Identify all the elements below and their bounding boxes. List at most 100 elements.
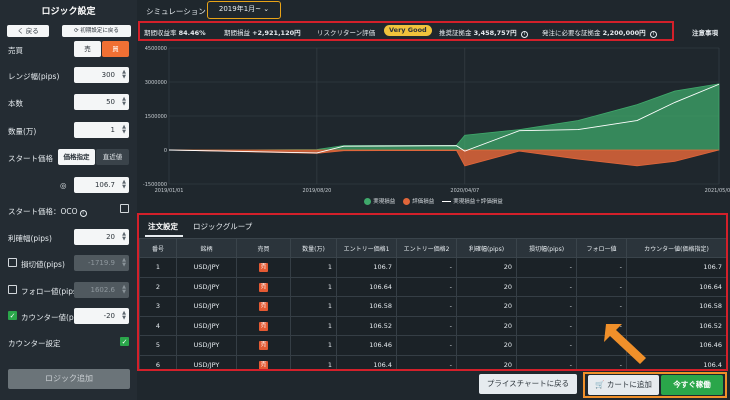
- table-cell: -: [396, 335, 457, 356]
- run-now-button[interactable]: 今すぐ稼働: [661, 375, 723, 395]
- info-icon[interactable]: i: [649, 31, 657, 38]
- table-cell: -: [396, 315, 457, 336]
- sell-toggle[interactable]: 売: [74, 41, 101, 57]
- sell-badge: 売: [259, 263, 268, 273]
- table-cell: 106.7: [336, 257, 397, 278]
- stepper-icon[interactable]: ▲ ▼: [122, 311, 126, 321]
- legend-swatch: [403, 198, 411, 205]
- column-header: 銘柄: [176, 238, 237, 258]
- table-cell: 1: [290, 276, 337, 297]
- table-cell: 20: [456, 315, 517, 336]
- buy-toggle[interactable]: 買: [102, 41, 129, 57]
- tab-logic-group[interactable]: ロジックグループ: [193, 221, 252, 232]
- order-margin-stat: 発注に必要な証拠金 2,200,000円 i: [542, 27, 657, 38]
- reset-defaults-button[interactable]: ⟳ 初期設定に戻る: [62, 25, 131, 37]
- legend-swatch: [364, 198, 372, 205]
- margin-stat: 推奨証拠金 3,458,757円 i: [439, 27, 528, 38]
- table-row[interactable]: 3 USD/JPY 売 1 106.58-20- -106.58: [139, 296, 726, 317]
- table-row[interactable]: 1 USD/JPY 売 1 106.7-20- -106.7: [139, 257, 726, 278]
- realized-pnl-area: [169, 83, 720, 151]
- stepper-icon[interactable]: ▲ ▼: [122, 285, 126, 295]
- sell-badge: 売: [259, 321, 268, 331]
- table-cell: 106.64: [626, 276, 726, 297]
- sell-badge: 売: [259, 360, 268, 369]
- table-cell: 1: [290, 296, 337, 317]
- legend-item: 実現損益: [364, 198, 395, 205]
- period-select[interactable]: 2019年1月~ ⌄: [207, 1, 281, 19]
- circle-icon: ◎: [60, 181, 67, 190]
- counter-setting-checkbox[interactable]: ✓: [120, 337, 129, 346]
- table-cell: 売: [236, 276, 291, 297]
- notes-link[interactable]: 注意事項: [692, 27, 718, 37]
- column-header: 売買: [236, 238, 291, 258]
- counter-input[interactable]: -20 ▲ ▼: [74, 308, 129, 324]
- back-button[interactable]: く 戻る: [7, 25, 49, 37]
- profit-input[interactable]: 20 ▲ ▼: [74, 229, 129, 245]
- column-header: 数量(万): [290, 238, 337, 258]
- table-cell: -: [396, 296, 457, 317]
- count-label: 本数: [8, 99, 23, 108]
- table-cell: -: [576, 276, 627, 297]
- add-to-cart-button[interactable]: 🛒 カートに追加: [588, 375, 659, 395]
- table-cell: 1: [290, 257, 337, 278]
- table-cell: USD/JPY: [176, 276, 237, 297]
- table-cell: 1: [290, 335, 337, 356]
- legend-item: 評価損益: [403, 198, 434, 205]
- start-price-label: スタート価格: [8, 154, 53, 163]
- range-input[interactable]: 300 ▲ ▼: [74, 67, 129, 83]
- action-bar: プライスチャートに戻る 🛒 カートに追加 今すぐ稼働: [137, 371, 730, 400]
- price-chart-button[interactable]: プライスチャートに戻る: [479, 374, 577, 394]
- table-cell: 3: [139, 296, 177, 317]
- counter-setting-label: カウンター設定: [8, 339, 61, 348]
- follow-checkbox[interactable]: [8, 285, 17, 294]
- tab-underline: [145, 235, 183, 237]
- start-price-input[interactable]: 106.7 ▲ ▼: [74, 177, 129, 193]
- stepper-icon[interactable]: ▲ ▼: [122, 232, 126, 242]
- table-tabs: 注文設定 ロジックグループ: [139, 215, 726, 238]
- cart-label: カートに追加: [606, 380, 652, 389]
- table-cell: 20: [456, 276, 517, 297]
- add-logic-button[interactable]: ロジック追加: [8, 369, 130, 389]
- quantity-input[interactable]: 1 ▲ ▼: [74, 122, 129, 138]
- tab-order-settings[interactable]: 注文設定: [148, 221, 178, 232]
- stepper-icon[interactable]: ▲ ▼: [122, 97, 126, 107]
- follow-input[interactable]: 1602.6 ▲ ▼: [74, 282, 129, 298]
- table-cell: -: [516, 276, 577, 297]
- stepper-icon[interactable]: ▲ ▼: [122, 180, 126, 190]
- table-cell: -: [516, 354, 577, 369]
- y-tick-label: 4500000: [145, 46, 167, 52]
- table-cell: 売: [236, 354, 291, 369]
- price-recent-toggle[interactable]: 直近値: [96, 149, 129, 165]
- table-cell: 売: [236, 257, 291, 278]
- table-cell: -: [516, 315, 577, 336]
- oco-label: スタート価格：OCO i: [8, 206, 87, 217]
- table-cell: USD/JPY: [176, 335, 237, 356]
- table-cell: 売: [236, 335, 291, 356]
- logic-settings-panel: ロジック設定 く 戻る ⟳ 初期設定に戻る 売買 売 買 レンジ幅(pips) …: [0, 0, 137, 400]
- info-icon[interactable]: i: [520, 31, 528, 38]
- y-tick-label: 3000000: [145, 80, 167, 86]
- stepper-icon[interactable]: ▲ ▼: [122, 258, 126, 268]
- table-cell: -: [396, 257, 457, 278]
- simulation-tab[interactable]: シミュレーション: [146, 6, 206, 17]
- pnl-stat: 期間損益 +2,921,120円: [224, 29, 301, 37]
- table-cell: 106.58: [626, 296, 726, 317]
- table-cell: 20: [456, 257, 517, 278]
- oco-checkbox[interactable]: [120, 204, 129, 213]
- table-cell: 20: [456, 335, 517, 356]
- counter-checkbox[interactable]: ✓: [8, 311, 17, 320]
- legend-item: 実現損益＋評価損益: [442, 199, 503, 205]
- stoploss-checkbox[interactable]: [8, 258, 17, 267]
- stepper-icon[interactable]: ▲ ▼: [122, 70, 126, 80]
- table-cell: 売: [236, 296, 291, 317]
- panel-title: ロジック設定: [41, 7, 96, 17]
- info-icon[interactable]: i: [79, 210, 87, 217]
- table-row[interactable]: 2 USD/JPY 売 1 106.64-20- -106.64: [139, 276, 726, 297]
- price-fixed-toggle[interactable]: 価格指定: [58, 149, 95, 165]
- simulation-topbar: シミュレーション 2019年1月~ ⌄: [137, 0, 730, 20]
- stoploss-input[interactable]: -1719.9 ▲ ▼: [74, 255, 129, 271]
- stepper-icon[interactable]: ▲ ▼: [122, 125, 126, 135]
- count-input[interactable]: 50 ▲ ▼: [74, 94, 129, 110]
- pnl-chart: 4500000300000015000000-15000002019/01/01…: [143, 46, 730, 194]
- pointer-arrow-icon: [604, 324, 646, 364]
